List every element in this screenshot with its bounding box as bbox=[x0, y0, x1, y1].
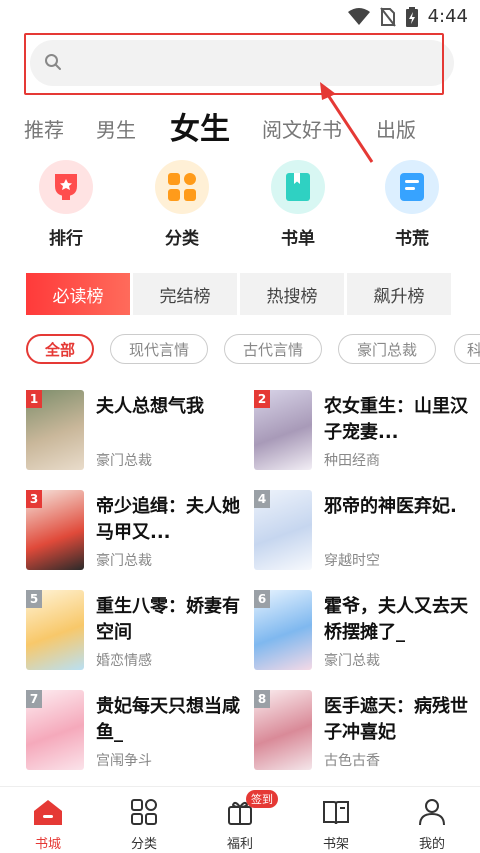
category-icon bbox=[131, 799, 157, 825]
tab-good-books[interactable]: 阅文好书 bbox=[262, 114, 342, 143]
book-genre: 古色古香 bbox=[324, 753, 380, 769]
battery-icon bbox=[405, 6, 418, 27]
quick-link-label: 书单 bbox=[281, 229, 315, 249]
tab-female[interactable]: 女生 bbox=[170, 104, 230, 148]
rank-badge: 3 bbox=[26, 490, 42, 508]
book-genre: 婚恋情感 bbox=[96, 653, 152, 669]
book-item[interactable]: 6 霍爷，夫人又去天桥摆摊了_ 豪门总裁 bbox=[254, 590, 474, 674]
book-title: 重生八零：娇妻有空间 bbox=[96, 596, 240, 643]
quick-link-label: 书荒 bbox=[395, 229, 429, 249]
genre-chips: 全部 现代言情 古代言情 豪门总裁 科 bbox=[26, 334, 480, 366]
rank-badge: 6 bbox=[254, 590, 270, 608]
rank-badge: 7 bbox=[26, 690, 42, 708]
rank-tab-must-read[interactable]: 必读榜 bbox=[26, 273, 130, 315]
status-bar: 4:44 bbox=[0, 0, 480, 34]
book-title: 医手遮天：病残世子冲喜妃 bbox=[324, 696, 468, 743]
book-genre: 豪门总裁 bbox=[96, 453, 152, 469]
status-time: 4:44 bbox=[427, 6, 468, 27]
nav-category[interactable]: 分类 bbox=[104, 797, 184, 852]
nav-profile[interactable]: 我的 bbox=[392, 797, 472, 852]
book-genre: 豪门总裁 bbox=[96, 553, 152, 569]
nav-label: 书架 bbox=[322, 837, 349, 852]
book-item[interactable]: 4 邪帝的神医弃妃. 穿越时空 bbox=[254, 490, 474, 574]
book-genre: 穿越时空 bbox=[324, 553, 380, 569]
tab-publish[interactable]: 出版 bbox=[376, 114, 416, 143]
quick-link-booklist[interactable]: 书单 bbox=[258, 160, 338, 249]
rank-tabs: 必读榜 完结榜 热搜榜 飙升榜 bbox=[26, 273, 451, 315]
nav-bookstore[interactable]: 书城 bbox=[8, 797, 88, 852]
grid-icon bbox=[155, 160, 209, 214]
book-title: 夫人总想气我 bbox=[96, 396, 204, 417]
category-tabs: 推荐 男生 女生 阅文好书 出版 bbox=[0, 104, 480, 150]
nav-label: 书城 bbox=[34, 837, 61, 852]
search-highlight-outline bbox=[24, 33, 444, 95]
book-title: 邪帝的神医弃妃. bbox=[324, 496, 457, 517]
welfare-badge: 签到 bbox=[246, 790, 278, 808]
nav-label: 福利 bbox=[226, 837, 253, 852]
book-title: 帝少追缉：夫人她马甲又... bbox=[96, 496, 240, 543]
rank-badge: 2 bbox=[254, 390, 270, 408]
quick-links: 排行 分类 书单 书荒 bbox=[0, 160, 480, 256]
book-item[interactable]: 2 农女重生：山里汉子宠妻... 种田经商 bbox=[254, 390, 474, 474]
chip-ancient-romance[interactable]: 古代言情 bbox=[224, 334, 322, 364]
quick-link-booklack[interactable]: 书荒 bbox=[372, 160, 452, 249]
rank-badge: 1 bbox=[26, 390, 42, 408]
book-title: 农女重生：山里汉子宠妻... bbox=[324, 396, 468, 443]
book-genre: 豪门总裁 bbox=[324, 653, 380, 669]
nav-bookshelf[interactable]: 书架 bbox=[296, 797, 376, 852]
profile-icon bbox=[419, 799, 445, 826]
book-genre: 种田经商 bbox=[324, 453, 380, 469]
rank-badge: 8 bbox=[254, 690, 270, 708]
chip-all[interactable]: 全部 bbox=[26, 334, 94, 364]
rank-tab-hot-search[interactable]: 热搜榜 bbox=[240, 273, 344, 315]
rank-tab-completed[interactable]: 完结榜 bbox=[133, 273, 237, 315]
book-title: 贵妃每天只想当咸鱼_ bbox=[96, 696, 240, 743]
quick-link-label: 分类 bbox=[165, 229, 199, 249]
book-item[interactable]: 5 重生八零：娇妻有空间 婚恋情感 bbox=[26, 590, 246, 674]
no-sim-icon bbox=[379, 6, 396, 27]
book-item[interactable]: 8 医手遮天：病残世子冲喜妃 古色古香 bbox=[254, 690, 474, 774]
trophy-icon bbox=[39, 160, 93, 214]
note-icon bbox=[385, 160, 439, 214]
bookshelf-icon bbox=[323, 801, 349, 825]
home-icon bbox=[34, 800, 62, 825]
rank-badge: 5 bbox=[26, 590, 42, 608]
book-title: 霍爷，夫人又去天桥摆摊了_ bbox=[324, 596, 468, 643]
bottom-nav: 书城 分类 福利 书架 我的 bbox=[0, 786, 480, 853]
rank-badge: 4 bbox=[254, 490, 270, 508]
quick-link-category[interactable]: 分类 bbox=[142, 160, 222, 249]
tab-recommend[interactable]: 推荐 bbox=[24, 114, 64, 143]
quick-link-label: 排行 bbox=[49, 229, 83, 249]
book-item[interactable]: 1 夫人总想气我 豪门总裁 bbox=[26, 390, 246, 474]
chip-scifi[interactable]: 科 bbox=[454, 334, 480, 364]
chip-modern-romance[interactable]: 现代言情 bbox=[110, 334, 208, 364]
book-genre: 宫闱争斗 bbox=[96, 753, 152, 769]
rank-tab-rising[interactable]: 飙升榜 bbox=[347, 273, 451, 315]
book-item[interactable]: 7 贵妃每天只想当咸鱼_ 宫闱争斗 bbox=[26, 690, 246, 774]
wifi-icon bbox=[347, 7, 370, 25]
tab-male[interactable]: 男生 bbox=[96, 114, 136, 143]
chip-rich-ceo[interactable]: 豪门总裁 bbox=[338, 334, 436, 364]
book-icon bbox=[271, 160, 325, 214]
nav-label: 我的 bbox=[418, 837, 445, 852]
quick-link-rank[interactable]: 排行 bbox=[26, 160, 106, 249]
nav-label: 分类 bbox=[130, 837, 157, 852]
book-item[interactable]: 3 帝少追缉：夫人她马甲又... 豪门总裁 bbox=[26, 490, 246, 574]
